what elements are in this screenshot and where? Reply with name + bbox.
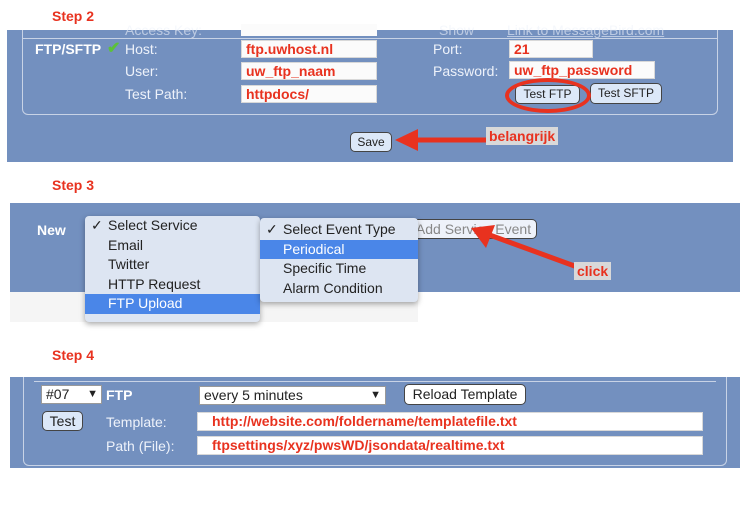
- test-path-label: Test Path:: [125, 86, 188, 102]
- divider: [23, 38, 717, 39]
- service-dropdown-menu[interactable]: ✓ Select Service Email Twitter HTTP Reque…: [85, 216, 260, 322]
- menu-item-specific-time[interactable]: Specific Time: [260, 259, 418, 279]
- ftp-sftp-section-label: FTP/SFTP: [35, 41, 102, 57]
- step-2-label: Step 2: [52, 8, 95, 24]
- host-label: Host:: [125, 41, 158, 57]
- template-input[interactable]: http://website.com/foldername/templatefi…: [197, 412, 703, 431]
- highlight-circle: [505, 78, 591, 113]
- slot-value: #07: [46, 386, 70, 402]
- port-label: Port:: [433, 41, 463, 57]
- user-label: User:: [125, 63, 159, 79]
- arrow-icon: [395, 129, 488, 151]
- check-icon: ✓: [266, 221, 278, 237]
- belangrijk-annotation: belangrijk: [486, 127, 559, 145]
- port-input[interactable]: 21: [509, 40, 593, 58]
- chevron-down-icon: ▼: [87, 388, 98, 400]
- test-path-input[interactable]: httpdocs/: [241, 85, 377, 103]
- step-4-label: Step 4: [52, 347, 95, 363]
- divider: [34, 381, 716, 382]
- ftp-type-label: FTP: [106, 387, 133, 403]
- menu-item-twitter[interactable]: Twitter: [85, 255, 260, 275]
- test-button[interactable]: Test: [42, 411, 83, 431]
- arrow-icon: [471, 225, 581, 271]
- password-input[interactable]: uw_ftp_password: [509, 61, 655, 79]
- event-type-dropdown-menu[interactable]: ✓ Select Event Type Periodical Specific T…: [260, 218, 418, 302]
- path-label: Path (File):: [106, 438, 175, 454]
- check-icon: ✓: [91, 217, 103, 233]
- menu-item-email[interactable]: Email: [85, 236, 260, 256]
- menu-item-label: Select Event Type: [283, 221, 396, 237]
- password-label: Password:: [433, 63, 499, 79]
- ftp-settings-panel: Access Key: Show Link to MessageBird.com…: [7, 22, 733, 162]
- menu-item-select-service[interactable]: ✓ Select Service: [85, 216, 260, 236]
- step-3-label: Step 3: [52, 177, 95, 193]
- menu-item-label: Select Service: [108, 217, 198, 233]
- interval-select[interactable]: every 5 minutes ▼: [199, 386, 386, 405]
- new-label: New: [37, 222, 66, 238]
- menu-item-ftp-upload[interactable]: FTP Upload: [85, 294, 260, 314]
- template-label: Template:: [106, 414, 167, 430]
- menu-item-periodical[interactable]: Periodical: [260, 239, 418, 259]
- reload-template-button[interactable]: Reload Template: [404, 384, 526, 405]
- menu-item-http-request[interactable]: HTTP Request: [85, 275, 260, 295]
- ftp-service-panel: #07 ▼ FTP every 5 minutes ▼ Reload Templat…: [10, 377, 740, 468]
- save-button[interactable]: Save: [350, 132, 392, 152]
- path-input[interactable]: ftpsettings/xyz/pwsWD/jsondata/realtime.…: [197, 436, 703, 455]
- slot-select[interactable]: #07 ▼: [41, 385, 102, 404]
- menu-item-alarm-condition[interactable]: Alarm Condition: [260, 279, 418, 299]
- host-input[interactable]: ftp.uwhost.nl: [241, 40, 377, 58]
- menu-item-select-event-type[interactable]: ✓ Select Event Type: [260, 220, 418, 240]
- interval-value: every 5 minutes: [204, 387, 303, 403]
- test-sftp-button[interactable]: Test SFTP: [590, 83, 662, 104]
- chevron-down-icon: ▼: [370, 389, 381, 401]
- user-input[interactable]: uw_ftp_naam: [241, 62, 377, 80]
- click-annotation: click: [574, 262, 612, 280]
- checkmark-icon: ✔: [107, 40, 121, 57]
